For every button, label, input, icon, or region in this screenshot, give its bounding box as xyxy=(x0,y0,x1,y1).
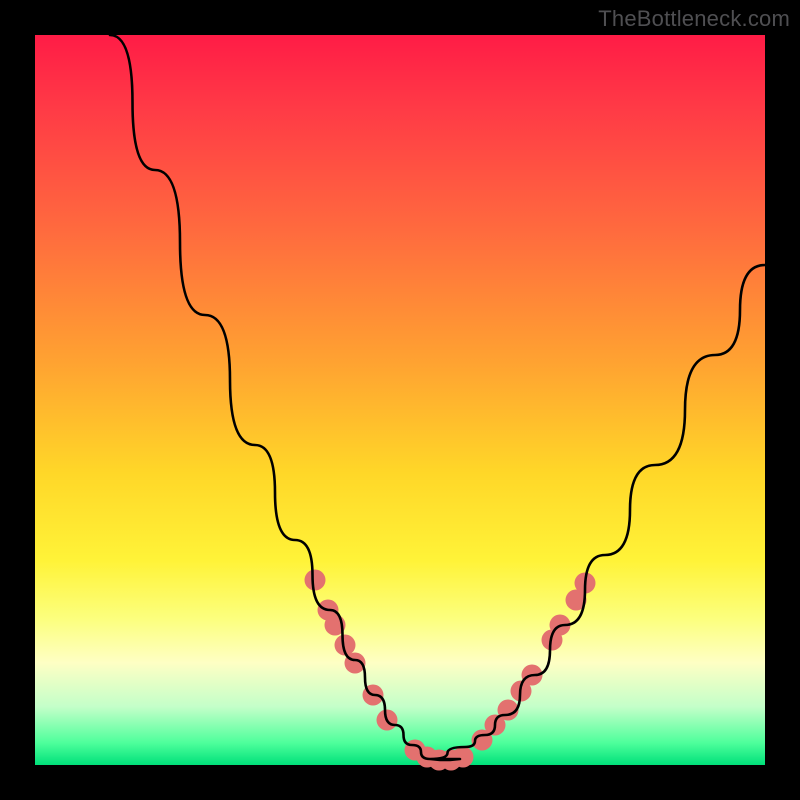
curves-group xyxy=(110,35,765,760)
chart-plot-area xyxy=(35,35,765,765)
watermark-text: TheBottleneck.com xyxy=(598,6,790,32)
bottleneck-curve xyxy=(110,35,765,760)
chart-frame: TheBottleneck.com xyxy=(0,0,800,800)
markers-group xyxy=(305,570,596,771)
chart-svg xyxy=(35,35,765,765)
data-marker xyxy=(305,570,326,591)
data-marker xyxy=(453,747,474,768)
